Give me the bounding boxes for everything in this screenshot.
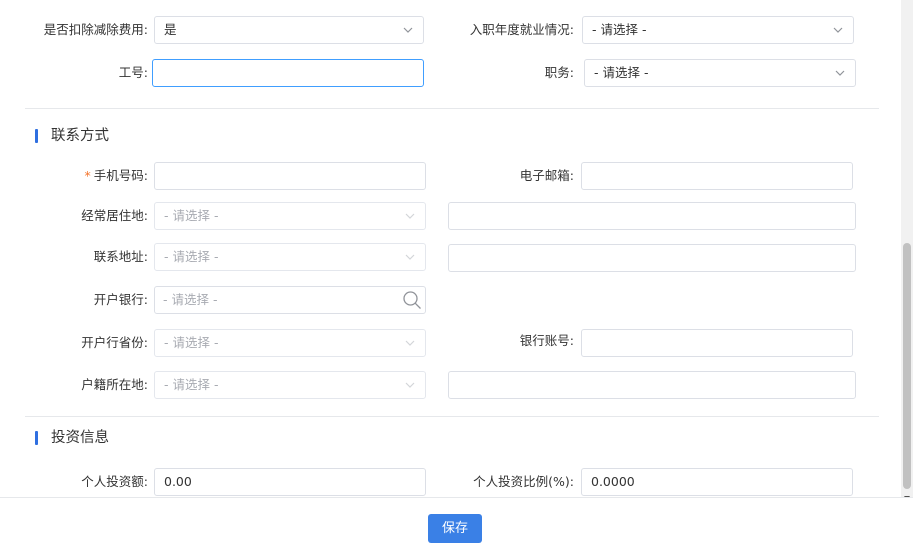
hukou-select[interactable]: - 请选择 - (154, 371, 426, 399)
bank-label: 开户银行: (93, 292, 148, 307)
chevron-down-icon (403, 209, 417, 223)
bank-province-select-value: - 请选择 - (164, 335, 219, 350)
bank-account-label: 银行账号: (519, 333, 574, 348)
section-divider (25, 416, 879, 417)
address-detail-input[interactable] (448, 244, 856, 272)
search-icon[interactable] (401, 289, 423, 311)
scrollbar-thumb[interactable] (903, 243, 911, 489)
address-select-value: - 请选择 - (164, 249, 219, 264)
position-select-value: - 请选择 - (594, 65, 649, 80)
section-divider (25, 108, 879, 109)
bank-search-placeholder: - 请选择 - (163, 292, 218, 307)
position-select[interactable]: - 请选择 - (584, 59, 856, 87)
scroll-down-arrow-icon[interactable] (903, 490, 911, 500)
save-button[interactable]: 保存 (428, 514, 482, 543)
chevron-down-icon (401, 23, 415, 37)
address-label: 联系地址: (93, 249, 148, 264)
worknum-label: 工号: (118, 65, 148, 80)
email-label: 电子邮箱: (519, 168, 574, 183)
section-marker (35, 129, 38, 143)
address-select[interactable]: - 请选择 - (154, 243, 426, 271)
residence-detail-input[interactable] (448, 202, 856, 230)
chevron-down-icon (833, 66, 847, 80)
residence-label: 经常居住地: (81, 208, 148, 223)
hukou-detail-input[interactable] (448, 371, 856, 399)
bank-account-input[interactable] (581, 329, 853, 357)
hukou-select-value: - 请选择 - (164, 377, 219, 392)
residence-select-value: - 请选择 - (164, 208, 219, 223)
bank-search-input[interactable]: - 请选择 - (154, 286, 426, 314)
phone-label: * 手机号码: (40, 162, 148, 190)
section-title-contact: 联系方式 (51, 128, 109, 144)
phone-label-text: 手机号码: (93, 168, 148, 183)
email-input[interactable] (581, 162, 853, 190)
employment-select[interactable]: - 请选择 - (582, 16, 854, 44)
invest-ratio-label: 个人投资比例(%): (473, 474, 574, 489)
invest-amount-input[interactable]: 0.00 (154, 468, 426, 496)
worknum-input[interactable] (152, 59, 424, 87)
chevron-down-icon (403, 250, 417, 264)
required-mark: * (84, 168, 91, 183)
section-title-invest: 投资信息 (51, 430, 109, 446)
deduct-select-value: 是 (164, 22, 177, 37)
invest-amount-input-value: 0.00 (164, 474, 192, 489)
invest-ratio-input-value: 0.0000 (591, 474, 635, 489)
chevron-down-icon (403, 336, 417, 350)
bank-province-label: 开户行省份: (81, 335, 148, 350)
chevron-down-icon (831, 23, 845, 37)
employment-select-value: - 请选择 - (592, 22, 647, 37)
section-marker (35, 431, 38, 445)
hukou-label: 户籍所在地: (81, 377, 148, 392)
position-label: 职务: (544, 65, 574, 80)
employment-label: 入职年度就业情况: (469, 22, 574, 37)
deduct-select[interactable]: 是 (154, 16, 424, 44)
invest-ratio-input[interactable]: 0.0000 (581, 468, 853, 496)
invest-amount-label: 个人投资额: (81, 474, 148, 489)
deduct-label: 是否扣除减除费用: (43, 22, 148, 37)
chevron-down-icon (403, 378, 417, 392)
bank-province-select[interactable]: - 请选择 - (154, 329, 426, 357)
residence-select[interactable]: - 请选择 - (154, 202, 426, 230)
phone-input[interactable] (154, 162, 426, 190)
